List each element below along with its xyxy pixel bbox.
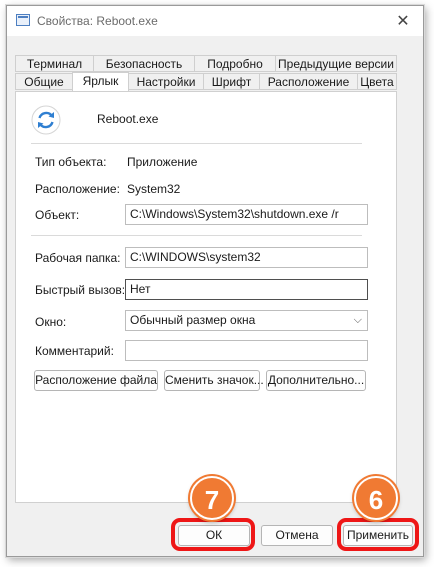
target-label: Объект:: [35, 208, 80, 222]
open-location-button[interactable]: Расположение файла: [34, 370, 158, 391]
tab-terminal[interactable]: Терминал: [15, 55, 94, 72]
location-value: System32: [127, 182, 181, 196]
cancel-button[interactable]: Отмена: [261, 525, 333, 546]
tab-shortcut[interactable]: Ярлык: [72, 72, 129, 91]
shortcut-name: Reboot.exe: [97, 112, 159, 126]
tab-previous-versions[interactable]: Предыдущие версии: [275, 55, 397, 72]
divider: [31, 143, 362, 144]
tab-colors[interactable]: Цвета: [357, 73, 397, 90]
change-icon-button[interactable]: Сменить значок...: [164, 370, 264, 391]
target-input[interactable]: C:\Windows\System32\shutdown.exe /r: [125, 204, 368, 225]
window-title: Свойства: Reboot.exe: [37, 14, 158, 28]
tab-details[interactable]: Подробно: [194, 55, 276, 72]
hotkey-label: Быстрый вызов:: [35, 283, 126, 297]
start-in-label: Рабочая папка:: [35, 251, 121, 265]
start-in-input[interactable]: C:\WINDOWS\system32: [125, 247, 368, 268]
title-bar: Свойства: Reboot.exe ✕: [7, 6, 423, 36]
advanced-button[interactable]: Дополнительно...: [266, 370, 366, 391]
ok-highlight: [171, 518, 255, 551]
refresh-icon: [31, 105, 61, 135]
window-icon: [16, 14, 30, 26]
close-icon[interactable]: ✕: [387, 10, 419, 32]
step-badge-ok: 7: [190, 476, 234, 520]
chevron-down-icon[interactable]: ⌵: [354, 311, 362, 330]
hotkey-input[interactable]: Нет: [125, 279, 368, 300]
tab-general[interactable]: Общие: [15, 73, 73, 90]
tab-font[interactable]: Шрифт: [203, 73, 260, 90]
comment-label: Комментарий:: [35, 344, 114, 358]
tab-options[interactable]: Настройки: [128, 73, 204, 90]
location-label: Расположение:: [35, 182, 120, 196]
tab-security[interactable]: Безопасность: [93, 55, 195, 72]
apply-highlight: [337, 518, 419, 551]
tab-layout[interactable]: Расположение: [259, 73, 358, 90]
run-select[interactable]: Обычный размер окна ⌵: [125, 310, 368, 331]
divider: [31, 235, 362, 236]
run-label: Окно:: [35, 315, 67, 329]
run-select-value: Обычный размер окна: [130, 313, 256, 327]
type-value: Приложение: [127, 155, 198, 169]
comment-input[interactable]: [125, 340, 368, 361]
step-badge-apply: 6: [354, 476, 398, 520]
type-label: Тип объекта:: [35, 155, 107, 169]
